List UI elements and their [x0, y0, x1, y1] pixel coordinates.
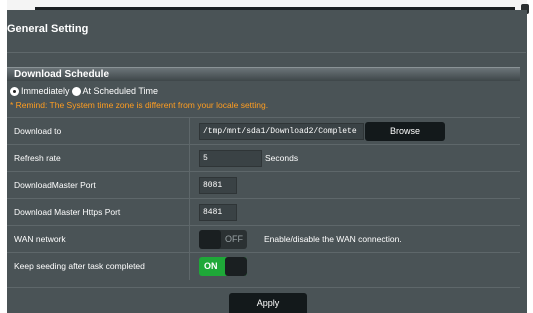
toggle-knob — [225, 257, 247, 276]
row-keep-seeding: Keep seeding after task completed ON — [7, 252, 520, 280]
column-divider — [189, 145, 190, 172]
bottom-divider — [7, 287, 520, 288]
radio-immediately-label[interactable]: Immediately — [21, 86, 70, 96]
keep-seeding-toggle[interactable]: ON — [199, 257, 247, 276]
column-divider — [189, 199, 190, 226]
dm-https-port-input[interactable]: 8481 — [199, 204, 237, 221]
refresh-rate-label: Refresh rate — [14, 153, 61, 163]
browse-button[interactable]: Browse — [365, 122, 445, 141]
row-wan-network: WAN network OFF Enable/disable the WAN c… — [7, 225, 520, 253]
section-header-download-schedule: Download Schedule — [7, 67, 520, 81]
wan-network-label: WAN network — [14, 234, 66, 244]
wan-network-description: Enable/disable the WAN connection. — [264, 234, 402, 244]
row-refresh-rate: Refresh rate 5 Seconds — [7, 144, 520, 172]
dm-https-port-label: Download Master Https Port — [14, 207, 121, 217]
schedule-radio-group: Immediately At Scheduled Time — [10, 86, 160, 96]
keep-seeding-label: Keep seeding after task completed — [14, 261, 145, 271]
column-divider — [189, 226, 190, 253]
toggle-state-text: OFF — [225, 234, 243, 244]
dm-port-label: DownloadMaster Port — [14, 180, 96, 190]
page-title: General Setting — [7, 23, 89, 35]
top-edge — [7, 0, 527, 10]
timezone-remind-text: * Remind: The System time zone is differ… — [10, 100, 269, 110]
row-dm-port: DownloadMaster Port 8081 — [7, 171, 520, 199]
refresh-rate-input[interactable]: 5 — [199, 150, 262, 167]
wan-network-toggle[interactable]: OFF — [199, 230, 247, 249]
settings-table: Download to /tmp/mnt/sda1/Download2/Comp… — [7, 117, 520, 280]
toggle-state-text: ON — [204, 261, 218, 271]
download-to-label: Download to — [14, 126, 62, 136]
row-dm-https-port: Download Master Https Port 8481 — [7, 198, 520, 226]
column-divider — [189, 118, 190, 145]
column-divider — [189, 172, 190, 199]
radio-immediately[interactable] — [10, 86, 19, 96]
radio-scheduled-time[interactable] — [71, 86, 81, 96]
download-path-input[interactable]: /tmp/mnt/sda1/Download2/Complete — [199, 123, 364, 140]
radio-scheduled-time-label[interactable]: At Scheduled Time — [83, 86, 159, 96]
refresh-rate-unit: Seconds — [265, 153, 299, 163]
apply-button[interactable]: Apply — [229, 293, 307, 313]
toggle-knob — [199, 230, 221, 249]
title-divider — [7, 52, 526, 53]
row-download-to: Download to /tmp/mnt/sda1/Download2/Comp… — [7, 117, 520, 145]
column-divider — [189, 253, 190, 280]
dm-port-input[interactable]: 8081 — [199, 177, 237, 194]
